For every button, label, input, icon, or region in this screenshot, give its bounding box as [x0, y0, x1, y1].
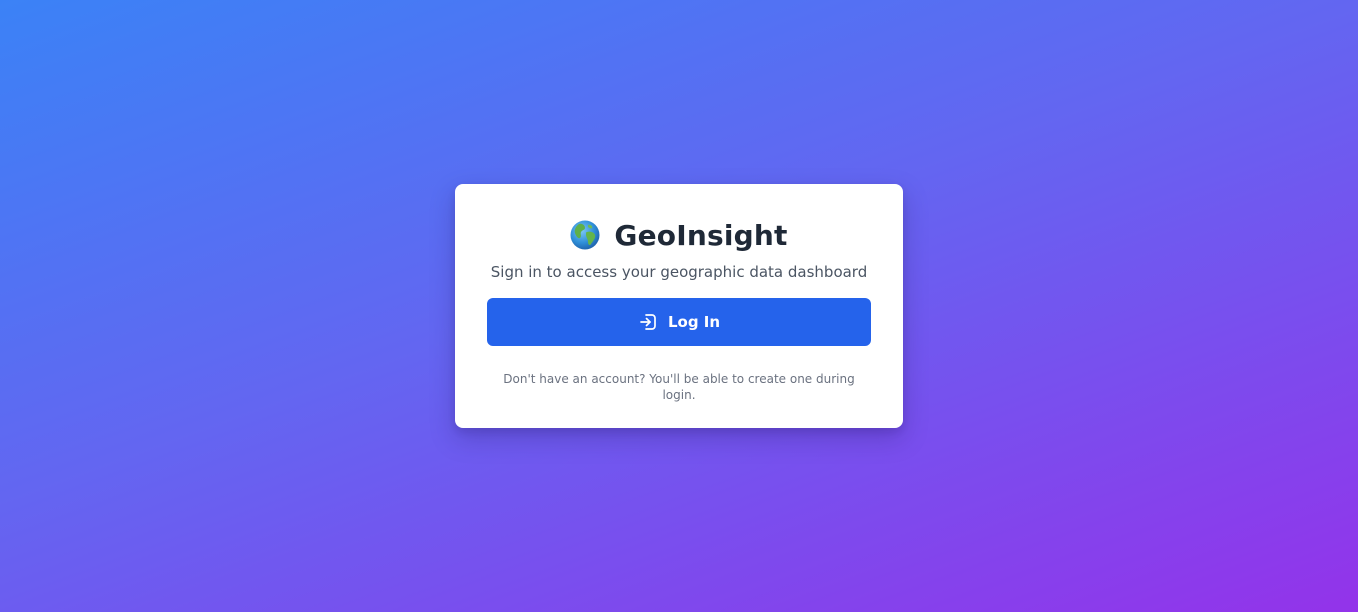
- brand-header: GeoInsight: [487, 218, 871, 252]
- login-button-label: Log In: [667, 313, 721, 331]
- login-card: GeoInsight Sign in to access your geogra…: [455, 184, 903, 428]
- login-button[interactable]: Log In: [487, 298, 871, 346]
- globe-icon: [570, 220, 600, 250]
- app-title: GeoInsight: [614, 218, 788, 252]
- login-icon: [638, 312, 658, 332]
- signup-note: Don't have an account? You'll be able to…: [503, 372, 855, 402]
- login-subtitle: Sign in to access your geographic data d…: [490, 263, 868, 281]
